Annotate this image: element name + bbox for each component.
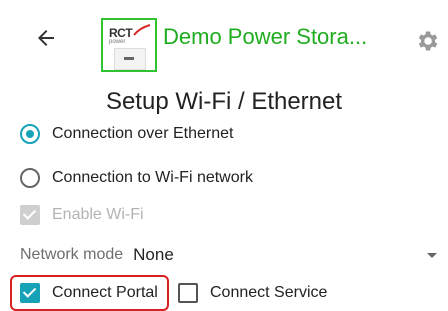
device-image: [114, 48, 146, 70]
app-bar: RCT power Demo Power Stora...: [0, 0, 448, 75]
app-title: Demo Power Stora...: [163, 24, 368, 49]
ethernet-label: Connection over Ethernet: [52, 125, 234, 142]
network-mode-select[interactable]: None: [133, 245, 174, 265]
wifi-option[interactable]: Connection to Wi-Fi network: [20, 168, 253, 188]
page-title: Setup Wi-Fi / Ethernet: [105, 88, 343, 115]
gear-icon[interactable]: [414, 28, 440, 54]
network-mode-label: Network mode: [20, 246, 124, 263]
logo-subtext: power: [109, 39, 126, 45]
network-mode-row[interactable]: Network mode None: [20, 245, 174, 265]
connect-service-option[interactable]: Connect Service: [178, 283, 327, 303]
connect-portal-label: Connect Portal: [52, 284, 158, 301]
connect-portal-checkbox[interactable]: [20, 283, 40, 303]
connect-service-label: Connect Service: [210, 284, 328, 301]
logo-text: RCT: [109, 26, 133, 40]
back-arrow-icon[interactable]: [34, 26, 58, 50]
connect-service-checkbox[interactable]: [178, 283, 198, 303]
ethernet-option[interactable]: Connection over Ethernet: [20, 124, 233, 144]
enable-wifi-option: Enable Wi-Fi: [20, 205, 144, 225]
enable-wifi-label: Enable Wi-Fi: [52, 206, 144, 223]
device-logo[interactable]: RCT power: [101, 18, 157, 72]
dropdown-arrow-icon[interactable]: [427, 253, 437, 258]
wifi-label: Connection to Wi-Fi network: [52, 169, 253, 186]
ethernet-radio[interactable]: [20, 124, 40, 144]
connect-portal-option[interactable]: Connect Portal: [20, 283, 158, 303]
enable-wifi-checkbox: [20, 205, 40, 225]
wifi-radio[interactable]: [20, 168, 40, 188]
logo-swoosh-icon: [133, 24, 151, 36]
